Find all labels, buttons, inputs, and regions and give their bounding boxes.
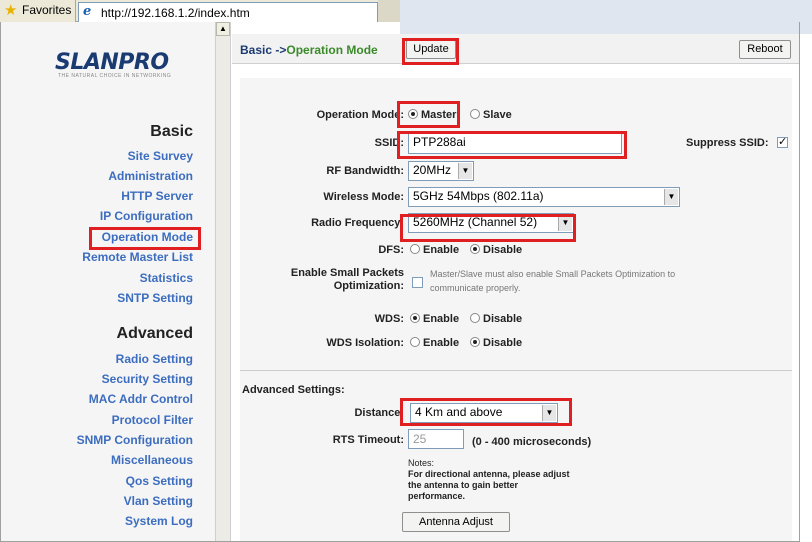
favorites-label: Favorites <box>22 3 72 17</box>
tab-url: http://192.168.1.2/index.htm <box>101 6 250 20</box>
favorites-button[interactable]: ★ Favorites <box>0 0 76 22</box>
browser-tab[interactable]: e http://192.168.1.2/index.htm <box>78 2 378 22</box>
new-tab-button[interactable] <box>378 0 400 22</box>
ie-page-icon: e <box>83 4 92 19</box>
browser-tab-bar: ★ Favorites e http://192.168.1.2/index.h… <box>0 0 400 22</box>
browser-frame-border <box>0 22 800 542</box>
star-icon: ★ <box>4 2 18 19</box>
